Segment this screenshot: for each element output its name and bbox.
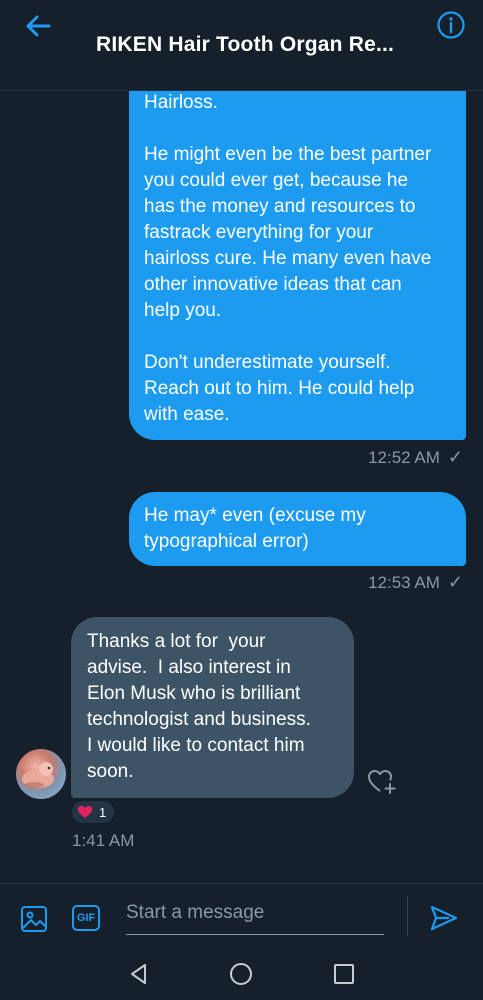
message-line: advise. I also interest in — [87, 657, 291, 678]
gif-button[interactable]: GIF — [72, 905, 100, 931]
heart-icon — [77, 805, 93, 818]
message-line: soon. — [87, 761, 134, 782]
check-icon: ✓ — [447, 572, 463, 592]
add-reaction-icon[interactable] — [366, 767, 398, 797]
incoming-message-bubble[interactable]: Thanks a lot for your advise. I also int… — [71, 617, 354, 798]
message-line: with ease. — [144, 404, 230, 425]
message-line: Elon Musk who is brilliant — [87, 683, 301, 704]
outgoing-message-bubble[interactable]: Hairloss. He might even be the best part… — [129, 91, 466, 440]
message-line — [144, 324, 431, 350]
message-line: Hairloss. — [144, 92, 218, 113]
message-line: Reach out to him. He could help — [144, 378, 415, 399]
info-icon[interactable] — [436, 10, 466, 40]
message-input[interactable]: Start a message — [126, 898, 384, 935]
timestamp-text: 12:52 AM — [368, 448, 440, 467]
arrow-left-icon[interactable] — [22, 10, 54, 42]
avatar-image — [22, 762, 54, 788]
send-icon[interactable] — [429, 903, 459, 933]
message-timestamp: 12:53 AM ✓ — [368, 572, 463, 593]
nav-home-icon[interactable] — [230, 963, 252, 985]
message-line: help you. — [144, 300, 222, 321]
reaction-badge[interactable]: 1 — [72, 801, 114, 823]
message-line: hairloss cure. He many even have — [144, 248, 432, 269]
message-line: fastrack everything for your — [144, 222, 374, 243]
system-navigation-bar — [0, 947, 483, 1000]
outgoing-message-bubble[interactable]: He may* even (excuse my typographical er… — [129, 492, 466, 566]
avatar[interactable] — [16, 749, 66, 799]
message-composer: GIF Start a message — [0, 883, 483, 948]
timestamp-text: 12:53 AM — [368, 573, 440, 592]
image-icon[interactable] — [19, 904, 49, 934]
message-line — [144, 116, 431, 142]
message-line: He might even be the best partner — [144, 144, 432, 165]
message-line: Thanks a lot for your — [87, 631, 266, 652]
message-timestamp: 12:52 AM ✓ — [368, 447, 463, 468]
message-line: technologist and business. — [87, 709, 311, 730]
conversation-header: RIKEN Hair Tooth Organ Re... — [0, 0, 483, 91]
message-line: Don't underestimate yourself. — [144, 352, 391, 373]
message-line: has the money and resources to — [144, 196, 416, 217]
nav-back-icon[interactable] — [127, 962, 151, 986]
composer-divider — [407, 896, 408, 936]
message-line: you could ever get, because he — [144, 170, 409, 191]
message-timestamp: 1:41 AM — [72, 831, 135, 850]
message-line: other innovative ideas that can — [144, 274, 402, 295]
message-line: I would like to contact him — [87, 735, 305, 756]
nav-recents-icon[interactable] — [334, 964, 354, 984]
message-line: typographical error) — [144, 531, 309, 552]
check-icon: ✓ — [447, 447, 463, 467]
reaction-count: 1 — [99, 804, 107, 820]
conversation-title[interactable]: RIKEN Hair Tooth Organ Re... — [96, 33, 394, 57]
message-line: He may* even (excuse my — [144, 505, 366, 526]
